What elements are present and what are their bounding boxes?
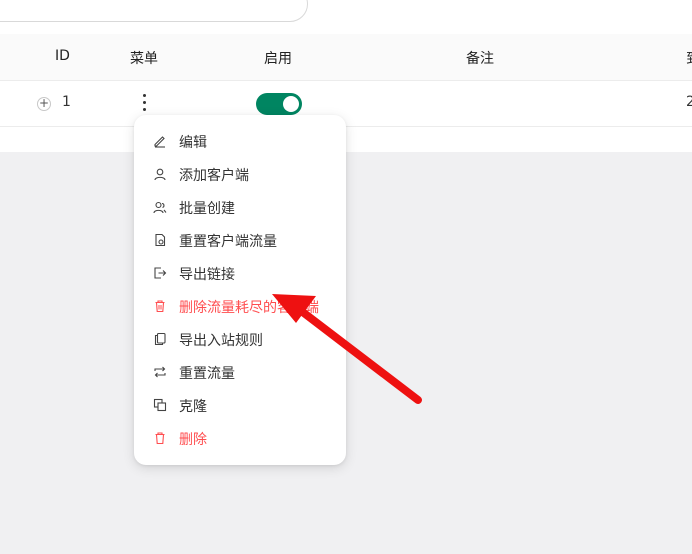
annotation-arrow (272, 294, 422, 404)
